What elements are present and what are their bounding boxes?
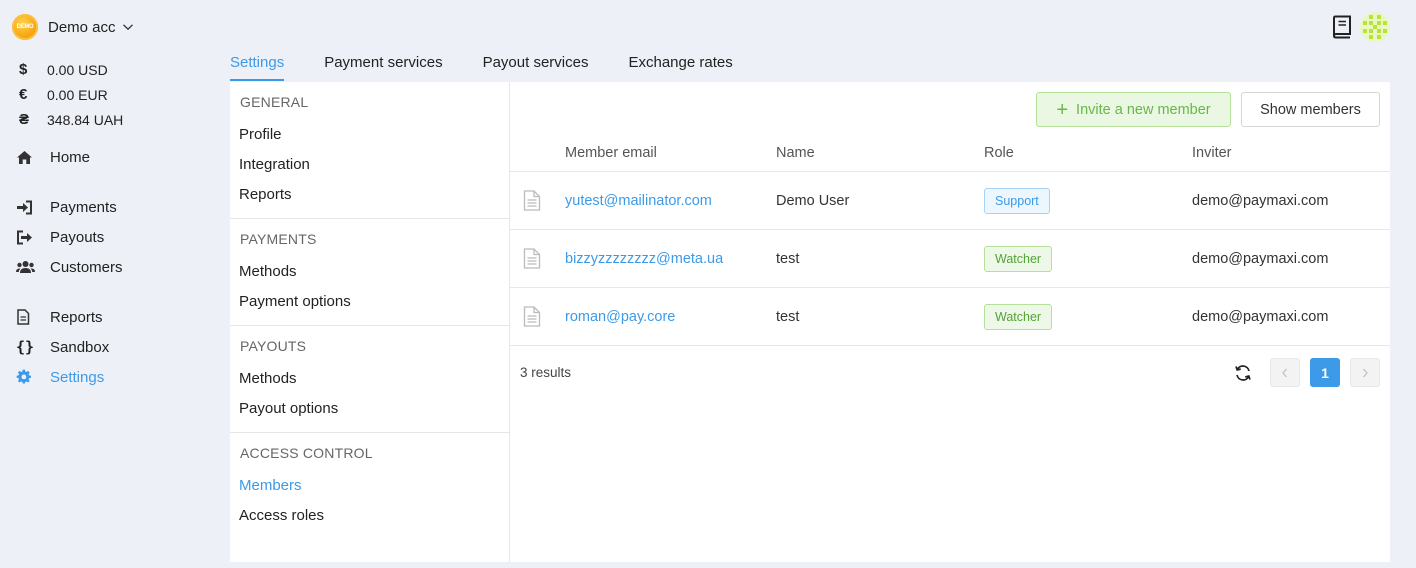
sidebar: DEMO Demo acc $ 0.00 USD € 0.00 EUR ₴ 34… xyxy=(0,0,220,568)
top-tabs: Settings Payment services Payout service… xyxy=(230,48,773,81)
menu-item-integration[interactable]: Integration xyxy=(230,150,509,180)
document-icon[interactable] xyxy=(510,248,565,269)
menu-heading: PAYMENTS xyxy=(240,231,317,247)
users-icon xyxy=(16,260,50,274)
results-count: 3 results xyxy=(520,365,572,380)
refresh-icon[interactable] xyxy=(1233,363,1253,383)
sign-in-icon xyxy=(16,200,50,215)
tab-exchange-rates[interactable]: Exchange rates xyxy=(628,48,732,81)
table-header: Member email Name Role Inviter xyxy=(510,134,1390,172)
nav-item-home[interactable]: Home xyxy=(16,142,216,172)
balance-uah: ₴ 348.84 UAH xyxy=(19,107,123,132)
member-inviter: demo@paymaxi.com xyxy=(1192,308,1329,325)
gear-icon xyxy=(16,369,50,385)
show-members-button[interactable]: Show members xyxy=(1241,92,1380,127)
balance-amount: 0.00 USD xyxy=(47,61,108,78)
member-inviter: demo@paymaxi.com xyxy=(1192,250,1329,267)
menu-section-general: GENERAL Profile Integration Reports xyxy=(230,82,509,219)
menu-item-payment-options[interactable]: Payment options xyxy=(230,287,509,317)
tab-settings[interactable]: Settings xyxy=(230,48,285,81)
menu-item-profile[interactable]: Profile xyxy=(230,120,509,150)
menu-section-payouts: PAYOUTS Methods Payout options xyxy=(230,326,509,433)
account-logo: DEMO xyxy=(12,14,38,40)
role-badge: Support xyxy=(984,187,1050,214)
tab-payout-services[interactable]: Payout services xyxy=(483,48,589,81)
menu-item-payout-methods[interactable]: Methods xyxy=(230,364,509,394)
nav-group-money: Payments Payouts Customers xyxy=(16,192,216,282)
role-badge: Watcher xyxy=(984,245,1053,272)
account-switcher[interactable]: DEMO Demo acc xyxy=(12,13,134,41)
member-name: test xyxy=(776,250,800,267)
menu-item-payout-options[interactable]: Payout options xyxy=(230,394,509,424)
tab-payment-services[interactable]: Payment services xyxy=(324,48,442,81)
column-header-role: Role xyxy=(984,144,1014,161)
balance-amount: 0.00 EUR xyxy=(47,86,108,103)
table-footer: 3 results 1 xyxy=(510,358,1390,388)
nav-item-payments[interactable]: Payments xyxy=(16,192,216,222)
members-table: Member email Name Role Inviter yutest@ma… xyxy=(510,134,1390,346)
table-row: bizzyzzzzzzzz@meta.ua test Watcher demo@… xyxy=(510,230,1390,288)
column-header-name: Name xyxy=(776,144,815,161)
file-icon xyxy=(16,309,50,325)
invite-member-button[interactable]: + Invite a new member xyxy=(1036,92,1231,127)
menu-item-members[interactable]: Members xyxy=(230,471,509,501)
nav-item-reports[interactable]: Reports xyxy=(16,302,216,332)
pagination-page-1[interactable]: 1 xyxy=(1310,358,1340,387)
nav-group-main: Home xyxy=(16,142,216,172)
menu-item-access-roles[interactable]: Access roles xyxy=(230,501,509,531)
book-icon[interactable] xyxy=(1331,15,1353,39)
member-name: Demo User xyxy=(776,192,850,209)
euro-icon: € xyxy=(19,86,28,103)
hryvnia-icon: ₴ xyxy=(19,111,30,128)
avatar[interactable] xyxy=(1360,12,1390,42)
table-row: yutest@mailinator.com Demo User Support … xyxy=(510,172,1390,230)
menu-heading: GENERAL xyxy=(240,94,309,110)
nav-item-payouts[interactable]: Payouts xyxy=(16,222,216,252)
member-inviter: demo@paymaxi.com xyxy=(1192,192,1329,209)
nav-item-settings[interactable]: Settings xyxy=(16,362,216,392)
column-header-inviter: Inviter xyxy=(1192,144,1232,161)
column-header-email: Member email xyxy=(565,144,657,161)
menu-item-reports[interactable]: Reports xyxy=(230,180,509,210)
plus-icon: + xyxy=(1056,98,1069,121)
home-icon xyxy=(16,150,50,165)
settings-menu: GENERAL Profile Integration Reports PAYM… xyxy=(230,82,510,562)
dollar-icon: $ xyxy=(19,61,28,78)
members-panel: + Invite a new member Show members Membe… xyxy=(510,82,1390,562)
pagination-prev-button[interactable] xyxy=(1270,358,1300,387)
chevron-down-icon xyxy=(122,21,134,33)
member-name: test xyxy=(776,308,800,325)
role-badge: Watcher xyxy=(984,303,1053,330)
document-icon[interactable] xyxy=(510,306,565,327)
menu-section-payments: PAYMENTS Methods Payment options xyxy=(230,219,509,326)
balance-eur: € 0.00 EUR xyxy=(19,82,123,107)
sign-out-icon xyxy=(16,230,50,245)
member-email-link[interactable]: roman@pay.core xyxy=(565,309,675,325)
table-row: roman@pay.core test Watcher demo@paymaxi… xyxy=(510,288,1390,346)
balances: $ 0.00 USD € 0.00 EUR ₴ 348.84 UAH xyxy=(19,57,123,132)
pagination-next-button[interactable] xyxy=(1350,358,1380,387)
nav-group-tools: Reports {} Sandbox Settings xyxy=(16,302,216,392)
nav-item-sandbox[interactable]: {} Sandbox xyxy=(16,332,216,362)
document-icon[interactable] xyxy=(510,190,565,211)
member-email-link[interactable]: bizzyzzzzzzzz@meta.ua xyxy=(565,251,723,267)
menu-heading: ACCESS CONTROL xyxy=(240,445,373,461)
balance-amount: 348.84 UAH xyxy=(47,111,124,128)
nav-item-customers[interactable]: Customers xyxy=(16,252,216,282)
balance-usd: $ 0.00 USD xyxy=(19,57,123,82)
braces-icon: {} xyxy=(16,338,35,356)
account-name: Demo acc xyxy=(48,18,116,36)
menu-section-access-control: ACCESS CONTROL Members Access roles xyxy=(230,433,509,539)
menu-heading: PAYOUTS xyxy=(240,338,307,354)
menu-item-payment-methods[interactable]: Methods xyxy=(230,257,509,287)
member-email-link[interactable]: yutest@mailinator.com xyxy=(565,193,712,209)
